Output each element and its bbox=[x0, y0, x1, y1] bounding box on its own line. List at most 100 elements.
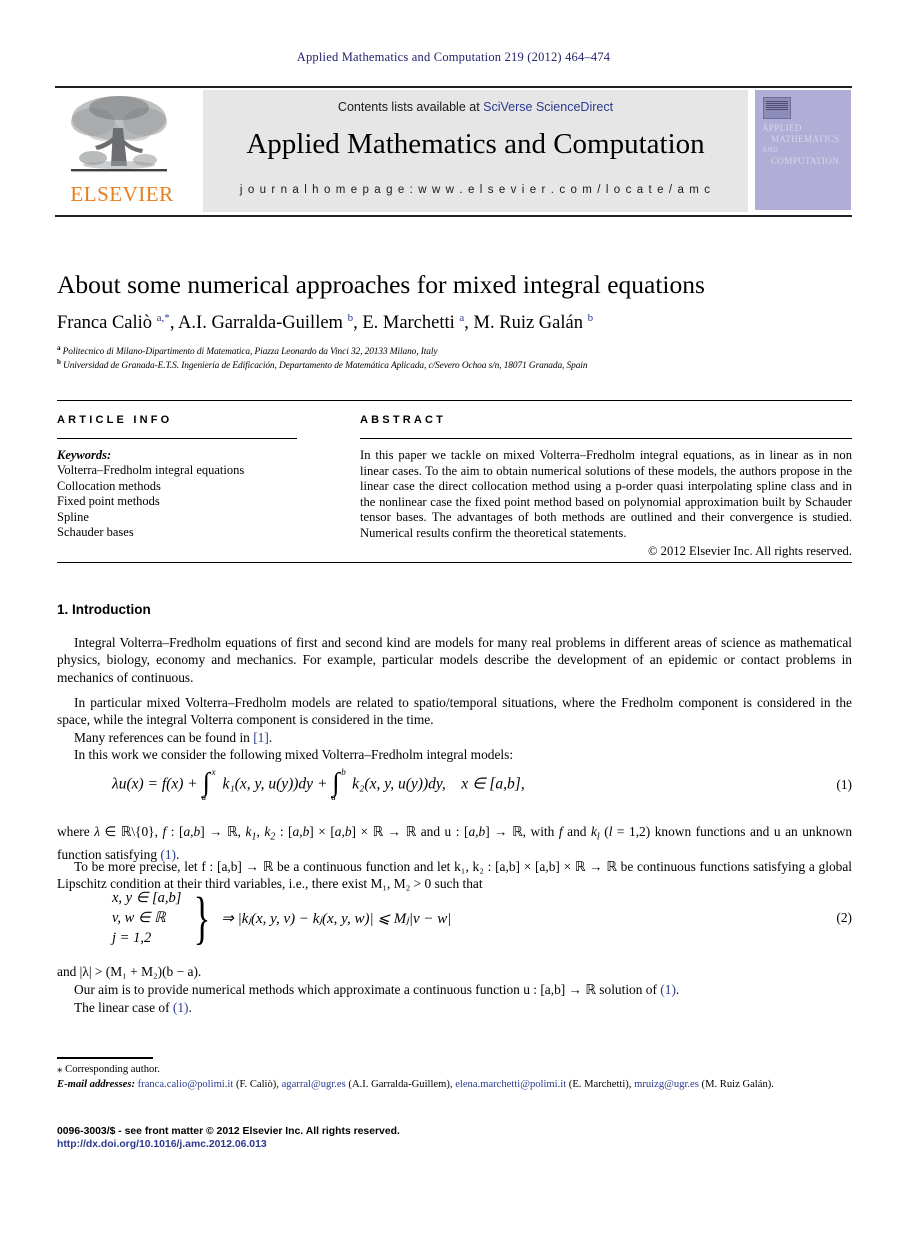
paragraph-7: and |λ| > (M₁ + M₂)(b − a). bbox=[57, 964, 202, 979]
equation-1-domain: x ∈ [a,b], bbox=[461, 775, 525, 793]
footnote-corresponding-author: ⁎ Corresponding author. bbox=[57, 1063, 852, 1076]
elsevier-tree-icon bbox=[63, 92, 175, 180]
paragraph-8: Our aim is to provide numerical methods … bbox=[57, 981, 852, 998]
affiliation-a-text: Politecnico di Milano-Dipartimento di Ma… bbox=[62, 347, 438, 358]
keyword-item: Volterra–Fredholm integral equations bbox=[57, 463, 245, 477]
affiliation-b-text: Universidad de Granada-E.T.S. Ingeniería… bbox=[63, 361, 588, 372]
paragraph-8-pre: Our aim is to provide numerical methods … bbox=[74, 982, 661, 997]
keyword-item: Fixed point methods bbox=[57, 494, 160, 508]
contents-available-line: Contents lists available at SciVerse Sci… bbox=[203, 100, 748, 114]
equation-2-row: x, y ∈ [a,b] v, w ∈ ℝ j = 1,2 } ⇒ |kⱼ(x,… bbox=[57, 888, 852, 948]
equation-2-case-3: j = 1,2 bbox=[112, 930, 152, 946]
abstract-rule bbox=[360, 438, 852, 439]
integral-1-lower: a bbox=[201, 792, 207, 802]
keywords-label: Keywords: bbox=[57, 448, 112, 462]
paragraph-8-post: . bbox=[675, 982, 680, 997]
elsevier-wordmark: ELSEVIER bbox=[70, 182, 174, 206]
masthead-bottom-rule bbox=[55, 215, 852, 217]
integral-2-lower: a bbox=[331, 792, 336, 802]
info-top-rule bbox=[57, 400, 852, 401]
running-head: Applied Mathematics and Computation 219 … bbox=[296, 50, 611, 64]
journal-homepage[interactable]: j o u r n a l h o m e p a g e : w w w . … bbox=[203, 184, 748, 196]
integral-sign-2: ∫ a b bbox=[331, 767, 348, 802]
equation-2-body: x, y ∈ [a,b] v, w ∈ ℝ j = 1,2 } ⇒ |kⱼ(x,… bbox=[112, 888, 451, 948]
equation-2-brace: } bbox=[193, 885, 211, 950]
cover-title-text: APPLIED MATHEMATICS AND COMPUTATION bbox=[762, 123, 846, 167]
affiliation-b: b Universidad de Granada-E.T.S. Ingenier… bbox=[57, 358, 588, 372]
article-title: About some numerical approaches for mixe… bbox=[57, 270, 705, 299]
eq-ref-1-c[interactable]: (1) bbox=[173, 1000, 189, 1015]
integral-sign-1: ∫ a x bbox=[202, 767, 219, 802]
paragraph-9: The linear case of (1). bbox=[57, 999, 852, 1016]
paper-page: Applied Mathematics and Computation 219 … bbox=[0, 0, 907, 1238]
eq-ref-1-b[interactable]: (1) bbox=[660, 982, 676, 997]
paragraph-3-pre: Many references can be found in bbox=[74, 730, 254, 745]
equation-2-case-1: x, y ∈ [a,b] bbox=[112, 890, 182, 906]
equation-1-row: λu(x) = f(x) + ∫ a x k₁(x, y, u(y))dy + … bbox=[57, 767, 852, 802]
abstract-heading: ABSTRACT bbox=[360, 414, 447, 426]
paragraph-3-post: . bbox=[268, 730, 273, 745]
equation-2-cases: x, y ∈ [a,b] v, w ∈ ℝ j = 1,2 bbox=[112, 888, 181, 948]
asterisk-icon: ⁎ bbox=[57, 1063, 63, 1075]
journal-masthead: ELSEVIER Contents lists available at Sci… bbox=[55, 86, 852, 217]
paragraph-1: Integral Volterra–Fredholm equations of … bbox=[57, 635, 852, 685]
journal-cover-thumbnail: APPLIED MATHEMATICS AND COMPUTATION bbox=[755, 90, 851, 210]
keyword-item: Spline bbox=[57, 509, 89, 524]
affiliation-a: a Politecnico di Milano-Dipartimento di … bbox=[57, 344, 438, 358]
abstract-copyright: © 2012 Elsevier Inc. All rights reserved… bbox=[647, 543, 852, 558]
keyword-item: Schauder bases bbox=[57, 525, 134, 539]
corresponding-author-text: Corresponding author. bbox=[65, 1064, 160, 1075]
equation-1-term-2: k₂(x, y, u(y))dy, bbox=[352, 775, 446, 793]
article-info-rule bbox=[57, 438, 297, 439]
equation-2-case-2: v, w ∈ ℝ bbox=[112, 910, 166, 926]
paragraph-9-post: . bbox=[188, 1000, 192, 1015]
masthead-top-rule bbox=[55, 86, 852, 88]
paragraph-9-pre: The linear case of bbox=[74, 1000, 173, 1015]
citation-ref-1[interactable]: [1] bbox=[253, 730, 269, 745]
email-link[interactable]: agarral@ugr.es bbox=[282, 1079, 346, 1090]
author-list: Franca Caliò a,*, A.I. Garralda-Guillem … bbox=[57, 312, 594, 334]
paragraph-4: In this work we consider the following m… bbox=[74, 747, 514, 762]
sciencedirect-link[interactable]: SciVerse ScienceDirect bbox=[483, 100, 613, 114]
issn-front-matter: 0096-3003/$ - see front matter © 2012 El… bbox=[57, 1126, 400, 1137]
email-link[interactable]: franca.calio@polimi.it bbox=[138, 1079, 234, 1090]
equation-1-lhs: λu(x) = f(x) + bbox=[112, 775, 198, 793]
footnote-emails: E-mail addresses: franca.calio@polimi.it… bbox=[57, 1078, 852, 1091]
contents-prefix: Contents lists available at bbox=[337, 100, 484, 114]
equation-2-number: (2) bbox=[836, 910, 852, 925]
article-info-column: ARTICLE INFO Keywords: Volterra–Fredholm… bbox=[57, 414, 297, 541]
abstract-text: In this paper we tackle on mixed Volterr… bbox=[360, 448, 852, 540]
abstract-column: ABSTRACT In this paper we tackle on mixe… bbox=[360, 414, 852, 559]
equation-1-term-1: k₁(x, y, u(y))dy + bbox=[222, 775, 328, 793]
equation-2-rhs: ⇒ |kⱼ(x, y, v) − kⱼ(x, y, w)| ⩽ Mⱼ|v − w… bbox=[221, 910, 452, 927]
integral-2-upper: b bbox=[341, 767, 346, 777]
cover-line-3: AND bbox=[762, 146, 779, 154]
section-heading-introduction: 1. Introduction bbox=[57, 602, 151, 617]
footnote-rule bbox=[57, 1057, 153, 1059]
equation-1-body: λu(x) = f(x) + ∫ a x k₁(x, y, u(y))dy + … bbox=[112, 767, 525, 802]
email-addresses-label: E-mail addresses: bbox=[57, 1079, 135, 1090]
doi-link[interactable]: http://dx.doi.org/10.1016/j.amc.2012.06.… bbox=[57, 1139, 267, 1150]
equation-2: x, y ∈ [a,b] v, w ∈ ℝ j = 1,2 } ⇒ |kⱼ(x,… bbox=[57, 888, 852, 948]
cover-line-1: APPLIED bbox=[762, 123, 802, 133]
article-info-heading: ARTICLE INFO bbox=[57, 414, 173, 426]
cover-line-2: MATHEMATICS bbox=[771, 134, 840, 144]
email-owner: (F. Caliò), bbox=[233, 1079, 282, 1090]
email-owner: (A.I. Garralda-Guillem), bbox=[345, 1079, 456, 1090]
keyword-item: Collocation methods bbox=[57, 478, 161, 493]
integral-1-upper: x bbox=[211, 767, 216, 777]
paragraph-2: In particular mixed Volterra–Fredholm mo… bbox=[57, 695, 852, 728]
cover-emblem-icon bbox=[763, 97, 791, 119]
info-bottom-rule bbox=[57, 562, 852, 563]
keywords-list: Volterra–Fredholm integral equations Coll… bbox=[57, 463, 297, 541]
email-owner: (M. Ruiz Galán). bbox=[698, 1079, 774, 1090]
email-link[interactable]: elena.marchetti@polimi.it bbox=[455, 1079, 566, 1090]
elsevier-logo: ELSEVIER bbox=[57, 92, 187, 210]
cover-line-4: COMPUTATION bbox=[771, 156, 840, 166]
journal-name: Applied Mathematics and Computation bbox=[246, 128, 705, 160]
journal-title-box: Contents lists available at SciVerse Sci… bbox=[203, 90, 748, 212]
email-link[interactable]: mruizg@ugr.es bbox=[634, 1079, 699, 1090]
email-owner: (E. Marchetti), bbox=[566, 1079, 635, 1090]
paragraph-3: Many references can be found in [1]. bbox=[57, 729, 852, 746]
email-address-list: franca.calio@polimi.it (F. Caliò), agarr… bbox=[138, 1079, 774, 1090]
